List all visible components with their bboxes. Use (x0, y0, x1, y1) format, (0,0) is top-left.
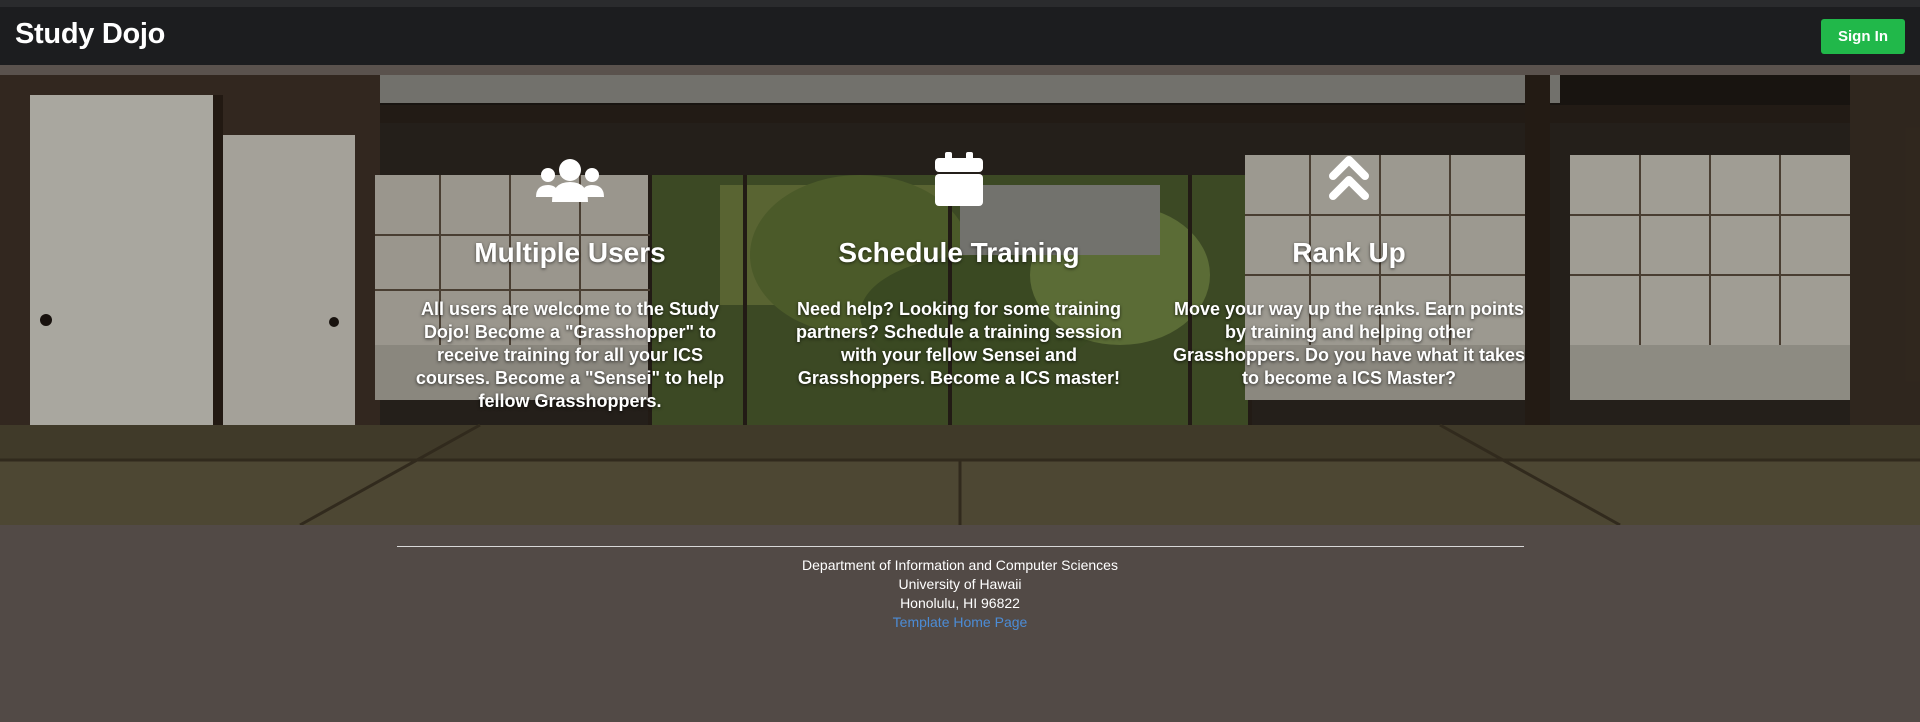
feature-description: Move your way up the ranks. Earn points … (1172, 299, 1526, 388)
calendar-icon (935, 152, 983, 206)
template-home-page-link[interactable]: Template Home Page (893, 614, 1028, 630)
feature-title: Schedule Training (838, 237, 1080, 268)
feature-description: All users are welcome to the Study Dojo!… (415, 299, 725, 411)
footer-department: Department of Information and Computer S… (802, 557, 1118, 573)
footer-university: University of Hawaii (898, 576, 1022, 592)
feature-title: Multiple Users (474, 237, 666, 268)
chevron-double-up-icon (1329, 156, 1369, 200)
feature-rank-up: Rank Up Move your way up the ranks. Earn… (1169, 150, 1529, 390)
footer-divider (397, 546, 1524, 547)
footer-address: Honolulu, HI 96822 (900, 595, 1020, 611)
navbar: Study Dojo Sign In (0, 7, 1920, 65)
users-icon (536, 159, 604, 202)
footer: Department of Information and Computer S… (0, 525, 1920, 722)
top-strip (0, 0, 1920, 7)
feature-description: Need help? Looking for some training par… (795, 299, 1123, 388)
navbar-divider (0, 65, 1920, 75)
sign-in-button[interactable]: Sign In (1821, 19, 1905, 54)
hero-section: Multiple Users All users are welcome to … (0, 75, 1920, 525)
brand-title[interactable]: Study Dojo (15, 18, 165, 51)
feature-title: Rank Up (1292, 237, 1406, 268)
feature-schedule-training: Schedule Training Need help? Looking for… (779, 150, 1139, 390)
feature-multiple-users: Multiple Users All users are welcome to … (390, 150, 750, 413)
